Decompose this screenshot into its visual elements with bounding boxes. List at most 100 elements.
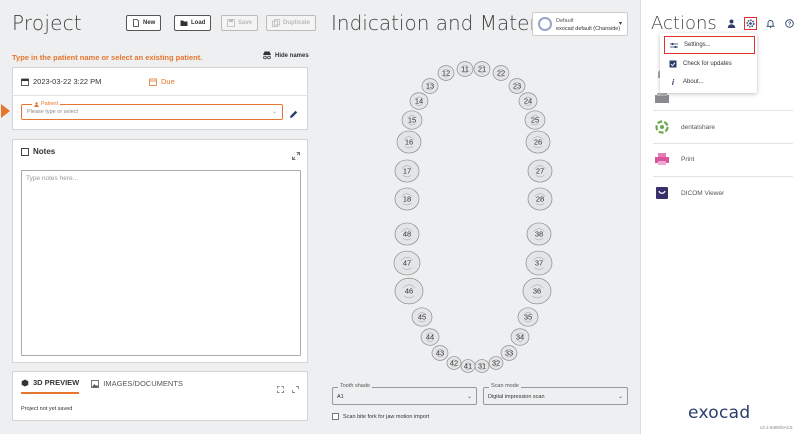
save-label: Save (238, 20, 253, 26)
tooth-number: 22 (497, 69, 505, 78)
scan-mode-select[interactable]: Scan mode Digital impression scan ⌄ (483, 383, 628, 405)
tooth-number: 41 (464, 362, 472, 371)
due-label: Due (161, 77, 175, 86)
tooth-45[interactable]: 45 (411, 307, 433, 327)
tooth-47[interactable]: 47 (393, 250, 421, 276)
tooth-number: 25 (531, 116, 539, 125)
tooth-23[interactable]: 23 (508, 78, 526, 94)
tooth-number: 23 (513, 82, 521, 91)
tooth-43[interactable]: 43 (431, 345, 449, 361)
bell-icon[interactable] (764, 18, 776, 30)
tooth-number: 35 (524, 313, 532, 322)
duplicate-button[interactable]: Duplicate (266, 15, 317, 31)
user-icon[interactable] (725, 18, 737, 30)
tooth-number: 16 (405, 138, 413, 147)
gear-icon[interactable] (744, 17, 757, 30)
action-dicom-viewer[interactable]: DICOM Viewer (653, 179, 793, 207)
tooth-16[interactable]: 16 (396, 130, 422, 154)
tooth-14[interactable]: 14 (409, 92, 429, 110)
settings-menu: Settings... Check for updates i About... (660, 33, 757, 93)
dicom-icon (653, 184, 671, 202)
actions-title: Actions (651, 13, 717, 34)
tooth-28[interactable]: 28 (527, 187, 553, 211)
tooth-44[interactable]: 44 (420, 328, 440, 346)
tab-images-documents[interactable]: IMAGES/DOCUMENTS (91, 378, 183, 394)
tooth-41[interactable]: 41 (460, 359, 476, 373)
tab-3d-preview[interactable]: 3D PREVIEW (21, 378, 80, 394)
profile-icon (538, 17, 552, 31)
tooth-24[interactable]: 24 (518, 92, 538, 110)
tooth-34[interactable]: 34 (510, 328, 530, 346)
notes-textarea[interactable]: Type notes here... (21, 170, 301, 356)
tooth-13[interactable]: 13 (421, 78, 439, 94)
tooth-35[interactable]: 35 (517, 307, 539, 327)
tooth-22[interactable]: 22 (492, 65, 510, 81)
edit-pencil-icon[interactable] (289, 106, 298, 124)
fullscreen-icon[interactable] (292, 380, 299, 398)
tooth-46[interactable]: 46 (394, 277, 424, 305)
save-icon (227, 19, 235, 27)
due-date[interactable]: Due (149, 77, 175, 86)
tooth-12[interactable]: 12 (437, 65, 455, 81)
load-button[interactable]: Load (174, 15, 212, 31)
fit-view-icon[interactable] (277, 380, 284, 398)
patient-input[interactable]: Patient Please type or select ⌄ (21, 101, 283, 120)
menu-item-settings[interactable]: Settings... (664, 36, 755, 54)
tooth-number: 24 (524, 97, 532, 106)
new-button[interactable]: New (126, 15, 162, 31)
tooth-number: 17 (403, 167, 411, 176)
tooth-48[interactable]: 48 (394, 222, 420, 246)
save-button[interactable]: Save (221, 15, 259, 31)
expand-icon[interactable] (292, 147, 300, 165)
tooth-42[interactable]: 42 (446, 356, 462, 370)
tooth-number: 14 (415, 97, 423, 106)
tooth-17[interactable]: 17 (394, 159, 420, 183)
tooth-chart: 18 17 16 15 14 13 12 11 21 22 2324 25 26 27 28 48 47 46 45… (393, 61, 553, 373)
person-icon (34, 101, 39, 107)
tooth-shade-select[interactable]: Tooth shade A1 ⌄ (332, 383, 477, 405)
preview-card: 3D PREVIEW IMAGES/DOCUMENTS Project not … (12, 371, 308, 421)
image-icon (91, 379, 100, 388)
tooth-37[interactable]: 37 (525, 250, 553, 276)
tooth-36[interactable]: 36 (522, 277, 552, 305)
profile-description: exocad default (Chairside) (556, 26, 621, 32)
tooth-number: 18 (403, 195, 411, 204)
tooth-15[interactable]: 15 (401, 110, 423, 130)
tooth-38[interactable]: 38 (526, 222, 552, 246)
menu-item-check-updates[interactable]: Check for updates (660, 55, 757, 73)
notes-card: Notes Type notes here... (12, 139, 308, 363)
action-print[interactable]: Print (653, 145, 793, 173)
tooth-21[interactable]: 21 (473, 61, 491, 77)
help-icon[interactable]: ? (783, 18, 795, 30)
new-label: New (143, 20, 156, 26)
tooth-number: 34 (516, 333, 524, 342)
patient-card: 2023-03-22 3:22 PM Due Patient Please ty… (12, 67, 308, 130)
tooth-27[interactable]: 27 (527, 159, 553, 183)
chevron-down-icon[interactable]: ⌄ (272, 108, 277, 115)
profile-dropdown[interactable]: Default exocad default (Chairside) ▾ (532, 12, 628, 36)
notes-header: Notes (21, 147, 55, 156)
tooth-33[interactable]: 33 (500, 345, 518, 361)
tooth-25[interactable]: 25 (524, 110, 546, 130)
divider (13, 95, 307, 96)
sliders-icon (670, 42, 678, 48)
date-display[interactable]: 2023-03-22 3:22 PM (21, 77, 101, 86)
info-icon: i (671, 77, 675, 87)
tooth-number: 46 (405, 287, 413, 296)
tooth-shade-value: A1 (337, 394, 344, 400)
calendar-icon (21, 78, 29, 86)
duplicate-icon (272, 19, 280, 27)
duplicate-label: Duplicate (283, 20, 311, 26)
bite-fork-checkbox[interactable]: Scan bite fork for jaw motion import (332, 413, 429, 420)
hide-names-button[interactable]: Hide names (262, 51, 309, 60)
tooth-31[interactable]: 31 (474, 359, 490, 373)
tooth-number: 27 (536, 167, 544, 176)
preview-controls (277, 380, 299, 398)
tooth-18[interactable]: 18 (394, 187, 420, 211)
action-dentalshare[interactable]: dentalshare (653, 113, 793, 141)
checkbox-box[interactable] (332, 413, 339, 420)
tooth-26[interactable]: 26 (525, 130, 551, 154)
menu-item-about[interactable]: i About... (660, 73, 757, 91)
tooth-32[interactable]: 32 (488, 356, 504, 370)
tooth-11[interactable]: 11 (456, 61, 474, 77)
